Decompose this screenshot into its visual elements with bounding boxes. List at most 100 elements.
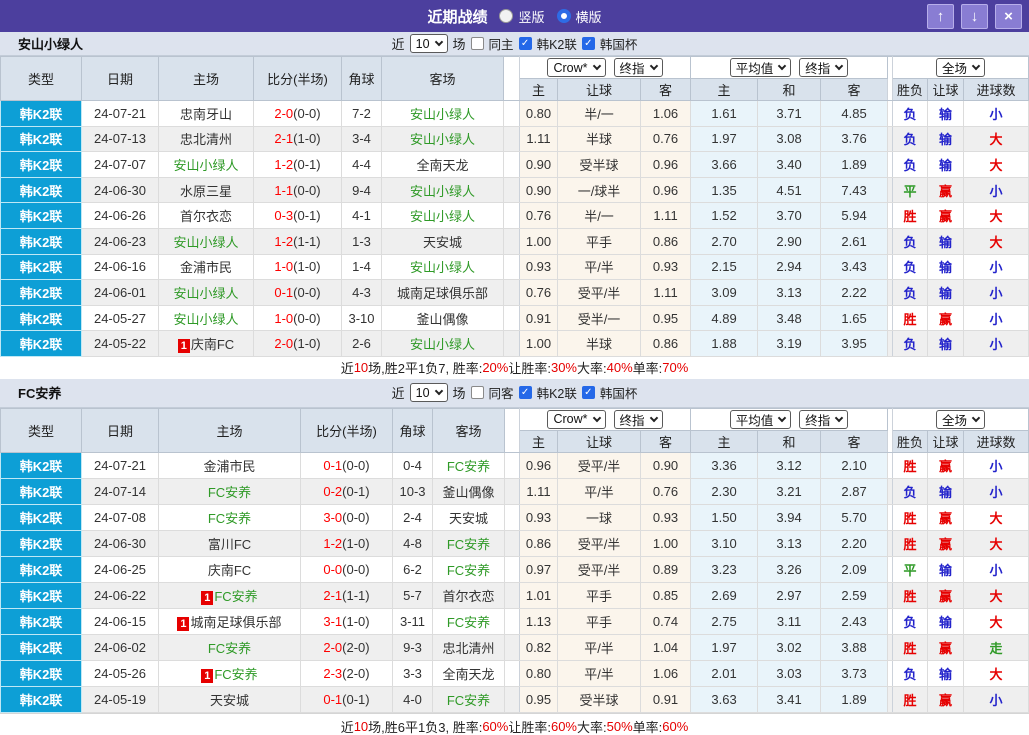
- radio-horizontal-layout[interactable]: 横版: [556, 7, 602, 26]
- handicap-cell: 半/一: [557, 100, 641, 127]
- result-outcome-cell: 胜: [892, 530, 929, 557]
- league-cell: 韩K2联: [0, 100, 82, 127]
- spacer: [503, 228, 520, 255]
- col-odds-away: 客: [639, 429, 692, 453]
- move-down-button[interactable]: ↓: [961, 3, 988, 29]
- col-result-goals: 进球数: [963, 429, 1029, 453]
- odds-type-value: 终指: [619, 62, 645, 76]
- match-row: 韩K2联 24-06-30 水原三星 1-1(0-0) 9-4 安山小绿人 0.90 一/球半…: [0, 177, 1029, 204]
- result-goals-cell: 大: [963, 126, 1029, 153]
- radio-horizontal-icon[interactable]: [556, 9, 571, 23]
- odds-source-value: Crow*: [553, 412, 588, 427]
- odds-home-cell: 0.93: [519, 504, 558, 531]
- section-team-1: 安山小绿人 近 10 场 同主 ✓ 韩K2联 ✓ 韩国杯 类型 日期 主场 比分…: [0, 32, 1029, 379]
- col-corner: 角球: [341, 56, 382, 101]
- spacer: [503, 126, 520, 153]
- cup-checkbox[interactable]: ✓: [581, 386, 595, 400]
- avg-type-select[interactable]: 终指: [799, 58, 849, 77]
- odds-type-select[interactable]: 终指: [613, 409, 663, 429]
- result-outcome-cell: 负: [892, 478, 929, 505]
- away-team-cell: 全南天龙: [381, 151, 504, 178]
- result-goals-cell: 小: [963, 177, 1029, 204]
- rank-badge: 1: [177, 616, 190, 631]
- league-checkbox[interactable]: ✓: [518, 37, 532, 50]
- avg-home-cell: 1.50: [690, 504, 759, 531]
- close-button[interactable]: ×: [995, 3, 1022, 29]
- corner-cell: 3-11: [392, 608, 433, 635]
- col-avg-away: 客: [820, 429, 889, 453]
- corner-cell: 9-3: [392, 634, 433, 661]
- odds-source-select[interactable]: Crow*: [547, 58, 606, 77]
- avg-home-cell: 3.10: [690, 530, 759, 557]
- away-team-cell: 釜山偶像: [432, 478, 505, 505]
- avg-away-cell: 1.89: [820, 151, 889, 178]
- recent-count-select[interactable]: 10: [409, 34, 448, 53]
- same-home-checkbox[interactable]: [470, 37, 484, 50]
- league-cell: 韩K2联: [0, 177, 82, 204]
- matches-label: 场: [452, 37, 466, 52]
- score-cell: 0-3(0-1): [253, 202, 342, 229]
- match-row: 韩K2联 24-07-07 安山小绿人 1-2(0-1) 4-4 全南天龙 0.90 受半球 0…: [0, 151, 1029, 178]
- scope-select[interactable]: 全场: [936, 409, 986, 429]
- result-handicap-cell: 输: [927, 478, 965, 505]
- avg-away-cell: 3.95: [820, 330, 889, 357]
- scope-select[interactable]: 全场: [936, 58, 986, 77]
- odds-away-cell: 1.06: [639, 100, 692, 127]
- odds-away-cell: 1.06: [639, 660, 692, 687]
- league-checkbox[interactable]: ✓: [518, 386, 532, 400]
- result-goals-cell: 小: [963, 686, 1029, 713]
- avg-away-cell: 4.85: [820, 100, 889, 127]
- avg-home-cell: 1.97: [690, 126, 759, 153]
- handicap-cell: 平手: [557, 582, 641, 609]
- league-cell: 韩K2联: [0, 305, 82, 332]
- spacer: [503, 56, 520, 101]
- score-cell: 0-0(0-0): [300, 556, 393, 583]
- odds-away-cell: 0.86: [639, 228, 692, 255]
- match-row: 韩K2联 24-06-02 FC安养 2-0(2-0) 9-3 忠北清州 0.82 平/半 1.…: [0, 634, 1029, 661]
- corner-cell: 4-4: [341, 151, 382, 178]
- result-goals-cell: 大: [963, 228, 1029, 255]
- score-cell: 2-0(2-0): [300, 634, 393, 661]
- handicap-cell: 受平/半: [557, 279, 641, 306]
- avg-home-cell: 3.23: [690, 556, 759, 583]
- spacer: [504, 452, 520, 479]
- avg-home-cell: 3.66: [690, 151, 759, 178]
- result-handicap-cell: 赢: [927, 305, 965, 332]
- move-up-button[interactable]: ↑: [927, 3, 954, 29]
- home-team-cell: 忠北清州: [158, 126, 254, 153]
- spacer: [504, 634, 520, 661]
- odds-away-cell: 0.93: [639, 504, 692, 531]
- avg-away-cell: 1.65: [820, 305, 889, 332]
- avg-type-select[interactable]: 终指: [799, 409, 849, 429]
- radio-vertical-icon[interactable]: [499, 9, 514, 23]
- avg-away-cell: 2.43: [820, 608, 889, 635]
- date-cell: 24-05-26: [81, 660, 159, 687]
- match-row: 韩K2联 24-06-16 金浦市民 1-0(1-0) 1-4 安山小绿人 0.93 平/半 0…: [0, 254, 1029, 281]
- cup-checkbox[interactable]: ✓: [581, 37, 595, 50]
- scope-dropdown: 全场: [892, 56, 1029, 79]
- same-away-checkbox[interactable]: [470, 386, 484, 400]
- chevron-down-icon: [649, 61, 658, 71]
- result-handicap-cell: 输: [927, 126, 965, 153]
- date-cell: 24-06-25: [81, 556, 159, 583]
- odds-source-select[interactable]: Crow*: [547, 409, 606, 429]
- league-cell: 韩K2联: [0, 330, 82, 357]
- score-cell: 0-1(0-0): [300, 452, 393, 479]
- away-team-cell: 天安城: [381, 228, 504, 255]
- recent-count-select[interactable]: 10: [409, 383, 448, 403]
- result-outcome-cell: 负: [892, 151, 929, 178]
- avg-select[interactable]: 平均值: [729, 409, 792, 429]
- table-1-header: 类型 日期 主场 比分(半场) 角球 客场 Crow* 终指 平均值 终指 全场…: [0, 56, 1029, 101]
- summary-stat-value: 60%: [662, 718, 689, 734]
- score-cell: 1-2(0-1): [253, 151, 342, 178]
- score-cell: 2-1(1-1): [300, 582, 393, 609]
- avg-draw-cell: 3.71: [757, 100, 822, 127]
- league-cell: 韩K2联: [0, 151, 82, 178]
- date-cell: 24-07-07: [81, 151, 159, 178]
- radio-vertical-layout[interactable]: 竖版: [499, 7, 545, 26]
- avg-select[interactable]: 平均值: [729, 58, 792, 77]
- odds-away-cell: 0.85: [639, 582, 692, 609]
- col-avg-away: 客: [820, 78, 889, 101]
- handicap-cell: 受半/一: [557, 305, 641, 332]
- odds-type-select[interactable]: 终指: [613, 58, 663, 77]
